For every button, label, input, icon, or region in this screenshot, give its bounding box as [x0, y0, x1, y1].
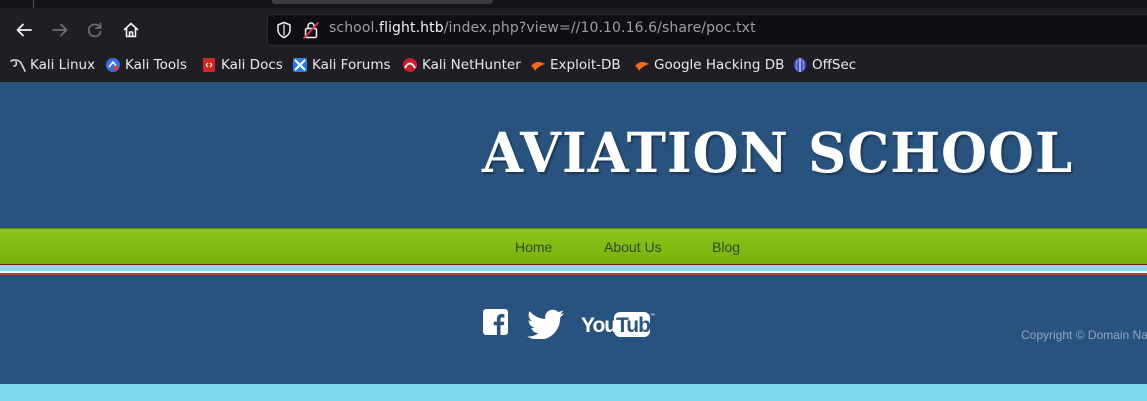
twitter-icon[interactable]	[527, 309, 565, 339]
main-navbar	[0, 228, 1147, 265]
kali-forums-icon	[292, 57, 308, 73]
forward-button[interactable]	[47, 17, 73, 43]
kali-nethunter-icon	[402, 57, 418, 73]
bookmark-label: Kali Tools	[125, 57, 187, 73]
tab-strip	[0, 0, 1147, 8]
kali-tools-icon	[105, 57, 121, 73]
bookmark-kali-linux[interactable]: Kali Linux	[10, 56, 95, 74]
kali-dragon-icon	[10, 57, 26, 73]
home-icon	[123, 22, 139, 38]
bookmark-kali-forums[interactable]: Kali Forums	[292, 56, 391, 74]
youtube-logo[interactable]: You Tube ™	[581, 309, 655, 339]
copyright-text: Copyright © Domain Na	[1021, 328, 1147, 342]
url-host: flight.htb	[379, 20, 444, 36]
bookmark-label: Kali Forums	[312, 57, 391, 73]
facebook-icon[interactable]	[483, 309, 508, 335]
arrow-right-icon	[52, 23, 68, 37]
back-button[interactable]	[11, 17, 37, 43]
bookmark-offsec[interactable]: OffSec	[792, 56, 856, 74]
bookmark-label: Kali Linux	[30, 57, 96, 73]
url-path: /index.php?view=//10.10.16.6/share/poc.t…	[443, 20, 756, 36]
svg-text:You: You	[581, 314, 616, 337]
url-prefix: school.	[329, 20, 380, 36]
page-background	[0, 384, 1147, 401]
bookmark-label: Exploit-DB	[550, 57, 621, 73]
shield-icon[interactable]	[276, 21, 292, 39]
bookmarks-toolbar: Kali Linux Kali Tools Kali Docs Kali For…	[0, 52, 1147, 78]
nav-home-link[interactable]: Home	[515, 239, 552, 255]
insecure-lock-icon[interactable]	[303, 21, 319, 39]
site-title: AVIATION SCHOOL	[482, 120, 1074, 185]
reload-icon	[87, 22, 102, 38]
site-footer	[0, 275, 1147, 384]
exploit-db-icon	[530, 57, 546, 73]
reload-button[interactable]	[82, 17, 108, 43]
browser-chrome: school.flight.htb/index.php?view=//10.10…	[0, 0, 1147, 82]
bookmark-label: Google Hacking DB	[654, 57, 785, 73]
bookmark-kali-docs[interactable]: Kali Docs	[201, 56, 283, 74]
bookmark-kali-nethunter[interactable]: Kali NetHunter	[402, 56, 521, 74]
offsec-icon	[792, 57, 808, 73]
ghdb-icon	[634, 57, 650, 73]
bookmark-google-hacking-db[interactable]: Google Hacking DB	[634, 56, 784, 74]
active-tab[interactable]	[272, 0, 493, 4]
svg-text:™: ™	[650, 313, 655, 319]
bookmark-label: Kali Docs	[221, 57, 283, 73]
bookmark-kali-tools[interactable]: Kali Tools	[105, 56, 187, 74]
decorative-stripe	[0, 266, 1147, 275]
url-text[interactable]: school.flight.htb/index.php?view=//10.10…	[329, 20, 756, 36]
nav-blog-link[interactable]: Blog	[712, 239, 740, 255]
kali-docs-icon	[201, 57, 217, 73]
tab-divider	[33, 0, 34, 8]
bookmark-label: Kali NetHunter	[422, 57, 521, 73]
nav-about-us-link[interactable]: About Us	[604, 239, 662, 255]
bookmark-label: OffSec	[812, 57, 857, 73]
arrow-left-icon	[16, 23, 32, 37]
bookmark-exploit-db[interactable]: Exploit-DB	[530, 56, 621, 74]
home-button[interactable]	[118, 17, 144, 43]
